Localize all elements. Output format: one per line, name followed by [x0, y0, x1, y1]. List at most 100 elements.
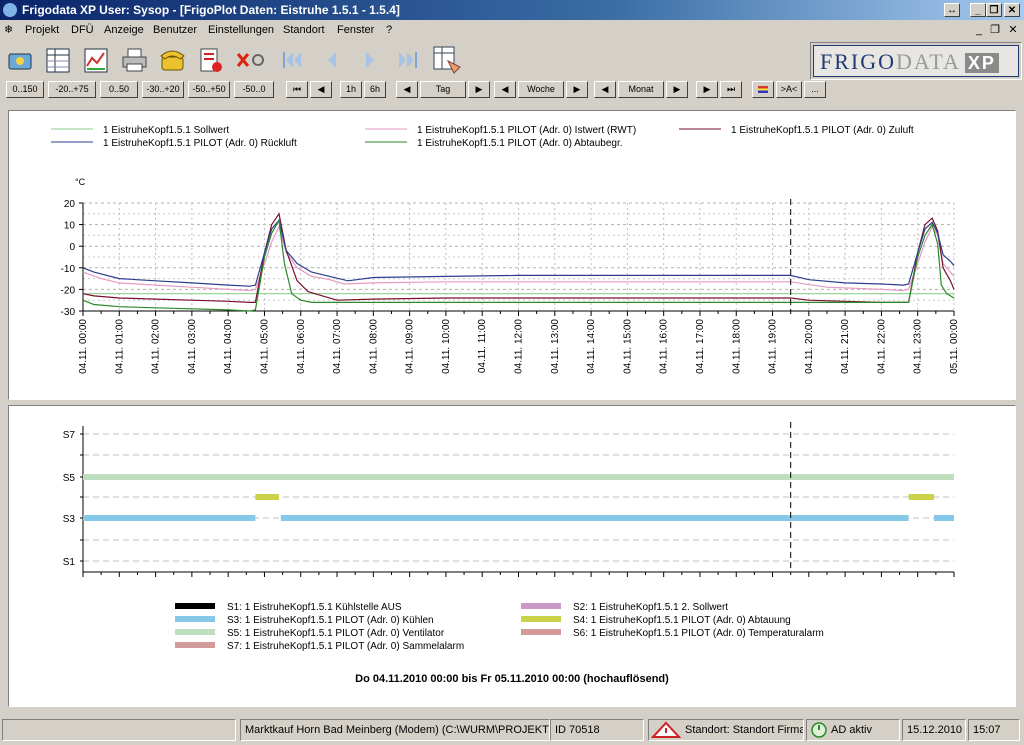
status-legend-swatch — [175, 603, 215, 609]
data-view-icon-glyph — [433, 46, 461, 74]
close-button[interactable]: ✕ — [1004, 3, 1020, 17]
mdi-minimize-icon[interactable]: _ — [972, 23, 986, 37]
alarm-list-icon[interactable] — [194, 44, 226, 76]
plot-icon[interactable] — [80, 44, 112, 76]
mdi-restore-icon[interactable]: ❐ — [988, 23, 1002, 37]
menu-standort[interactable]: Standort — [283, 20, 325, 40]
status-legend-label: S5: 1 EistruheKopf1.5.1 PILOT (Adr. 0) V… — [227, 628, 445, 639]
day-prev-button[interactable]: ◀ — [396, 81, 418, 98]
logo-xp: XP — [964, 53, 999, 73]
menu-fenster[interactable]: Fenster — [337, 20, 374, 40]
menu-anzeige[interactable]: Anzeige — [104, 20, 144, 40]
phone-icon-glyph — [160, 50, 185, 71]
month-next-button[interactable]: ▶ — [666, 81, 688, 98]
status-legend-swatch — [175, 642, 215, 648]
plot-icon-glyph — [84, 48, 108, 73]
zoom-1h-button[interactable]: 1h — [340, 81, 362, 98]
menu-projekt[interactable]: Projekt — [25, 20, 59, 40]
nav-last-button[interactable]: ⏭ — [720, 81, 742, 98]
menu-benutzer[interactable]: Benutzer — [153, 20, 197, 40]
zoom-6h-button[interactable]: 6h — [364, 81, 386, 98]
mdi-close-icon[interactable]: ✕ — [1006, 23, 1020, 37]
status-bar-s4 — [255, 494, 279, 500]
nav-next-button[interactable]: ▶ — [696, 81, 718, 98]
week-next-button[interactable]: ▶ — [566, 81, 588, 98]
data-view-icon[interactable] — [432, 44, 464, 76]
menu-dfue[interactable]: DFÜ — [71, 20, 94, 40]
warning-icon — [651, 721, 681, 738]
nav-first-button[interactable]: ⏮ — [286, 81, 308, 98]
disconnect-icon-glyph — [236, 53, 264, 67]
range-m20-75-button[interactable]: -20..+75 — [48, 81, 96, 98]
frigodata-logo-text: FRIGODATA XP — [813, 45, 1019, 77]
print-icon[interactable] — [118, 44, 150, 76]
prev-icon-glyph — [328, 52, 336, 68]
y-tick-label: -20 — [61, 285, 76, 296]
x-tick-label: 05.11. 00:00 — [949, 319, 960, 374]
mdi-app-icon[interactable]: ❄ — [4, 20, 20, 40]
prev-icon[interactable] — [316, 44, 348, 76]
temperature-chart-panel: 1 EistruheKopf1.5.1 Sollwert 1 EistruheKo… — [8, 110, 1016, 400]
logo-data: DATA — [896, 49, 961, 74]
power-icon — [811, 722, 827, 738]
temperature-chart: 1 EistruheKopf1.5.1 Sollwert 1 EistruheKo… — [51, 125, 960, 374]
more-options-button[interactable]: ... — [804, 81, 826, 98]
autoscale-button[interactable]: >A< — [776, 81, 802, 98]
status-ad-text: AD aktiv — [831, 724, 872, 736]
status-date: 15.12.2010 — [902, 719, 966, 741]
legend-label: 1 EistruheKopf1.5.1 PILOT (Adr. 0) Zuluf… — [731, 125, 914, 136]
status-standort-text: Standort: Standort Firma — [685, 724, 804, 736]
first-icon[interactable] — [276, 44, 308, 76]
restore-window-icon[interactable]: ↔ — [944, 3, 960, 17]
legend-label: 1 EistruheKopf1.5.1 PILOT (Adr. 0) Rückl… — [103, 138, 297, 149]
range-m50-0-button[interactable]: -50..0 — [234, 81, 274, 98]
table-icon-glyph — [46, 48, 70, 73]
status-project: Marktkauf Horn Bad Meinberg (Modem) (C:\… — [240, 719, 550, 741]
logo-frigo: FRIGO — [820, 49, 897, 74]
last-icon[interactable] — [392, 44, 424, 76]
status-bar-s3 — [83, 515, 256, 521]
last-icon-glyph — [399, 52, 417, 68]
menu-help[interactable]: ? — [386, 20, 392, 40]
next-icon-glyph — [366, 52, 374, 68]
x-tick-label: 04.11. 18:00 — [731, 319, 742, 374]
minimize-button[interactable]: _ — [970, 3, 986, 17]
projects-icon[interactable] — [4, 44, 36, 76]
status-bar: Marktkauf Horn Bad Meinberg (Modem) (C:\… — [0, 717, 1024, 743]
app-icon — [3, 3, 17, 17]
week-prev-button[interactable]: ◀ — [494, 81, 516, 98]
zoom-tag-button[interactable]: Tag — [420, 81, 466, 98]
x-tick-label: 04.11. 07:00 — [332, 319, 343, 374]
status-legend-swatch — [521, 629, 561, 635]
status-y-tick-label: S5 — [63, 473, 76, 484]
x-tick-label: 04.11. 05:00 — [259, 319, 270, 374]
y-tick-label: 10 — [64, 221, 76, 232]
range-m50-50-button[interactable]: -50..+50 — [188, 81, 230, 98]
table-icon[interactable] — [42, 44, 74, 76]
nav-prev-button[interactable]: ◀ — [310, 81, 332, 98]
status-legend-label: S3: 1 EistruheKopf1.5.1 PILOT (Adr. 0) K… — [227, 615, 434, 626]
status-bar-s3 — [934, 515, 954, 521]
maximize-button[interactable]: ❐ — [986, 3, 1002, 17]
zoom-woche-button[interactable]: Woche — [518, 81, 564, 98]
day-next-button[interactable]: ▶ — [468, 81, 490, 98]
status-legend-swatch — [175, 629, 215, 635]
next-icon[interactable] — [354, 44, 386, 76]
menu-einstellungen[interactable]: Einstellungen — [208, 20, 274, 40]
legend-label: 1 EistruheKopf1.5.1 PILOT (Adr. 0) Istwe… — [417, 125, 636, 136]
x-tick-label: 04.11. 14:00 — [586, 319, 597, 374]
window-title: Frigodata XP User: Sysop - [FrigoPlot Da… — [22, 3, 400, 17]
x-tick-label: 04.11. 21:00 — [840, 319, 851, 374]
x-tick-label: 04.11. 02:00 — [151, 319, 162, 374]
range-0-50-button[interactable]: 0..50 — [100, 81, 138, 98]
range-0-150-button[interactable]: 0..150 — [6, 81, 44, 98]
first-icon-glyph — [283, 52, 301, 68]
status-legend-label: S1: 1 EistruheKopf1.5.1 Kühlstelle AUS — [227, 602, 402, 613]
phone-icon[interactable] — [156, 44, 188, 76]
color-settings-button[interactable] — [752, 81, 774, 98]
range-m30-20-button[interactable]: -30..+20 — [142, 81, 184, 98]
status-bar-s4 — [908, 494, 935, 500]
zoom-monat-button[interactable]: Monat — [618, 81, 664, 98]
disconnect-icon[interactable] — [234, 44, 266, 76]
month-prev-button[interactable]: ◀ — [594, 81, 616, 98]
